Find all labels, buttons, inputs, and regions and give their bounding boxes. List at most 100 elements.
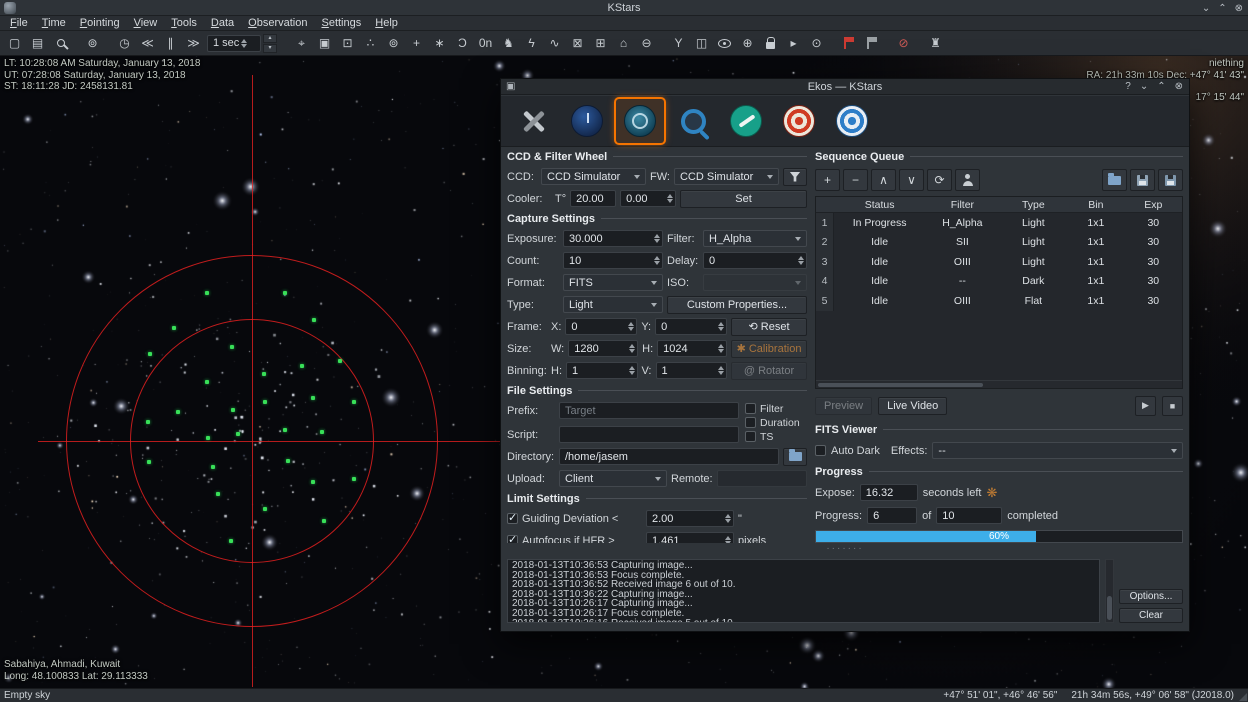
- size-w-spin[interactable]: 1280: [568, 340, 638, 357]
- sequence-row[interactable]: 2 Idle SII Light 1x1 30: [816, 233, 1182, 253]
- slew-icon[interactable]: ▸: [782, 33, 805, 54]
- sky-object-marker[interactable]: [205, 291, 209, 295]
- sky-object-marker[interactable]: [283, 428, 287, 432]
- count-spin[interactable]: 10: [563, 252, 663, 269]
- sky-object-marker[interactable]: [147, 460, 151, 464]
- browse-directory-button[interactable]: [783, 448, 807, 466]
- start-sequence-button[interactable]: ▶: [1135, 396, 1156, 416]
- fw-select[interactable]: CCD Simulator: [674, 168, 779, 185]
- job-up-button[interactable]: ∧: [871, 169, 896, 191]
- directory-input[interactable]: /home/jasem: [559, 448, 779, 465]
- frame-y-spin[interactable]: 0: [655, 318, 727, 335]
- limit-checkbox[interactable]: [507, 535, 518, 543]
- help-button[interactable]: ?: [1125, 81, 1131, 92]
- menu-item[interactable]: Settings: [314, 17, 368, 29]
- track-object-icon[interactable]: ⊙: [805, 33, 828, 54]
- sky-object-marker[interactable]: [338, 359, 342, 363]
- ekos-icon[interactable]: Y: [667, 33, 690, 54]
- tab-focus[interactable]: [669, 99, 717, 143]
- coordinate-grid-icon[interactable]: ⊞: [589, 33, 612, 54]
- lock-telescope-icon[interactable]: [759, 33, 782, 54]
- geolocation-icon[interactable]: ⊚: [81, 33, 104, 54]
- tab-mount[interactable]: [722, 99, 770, 143]
- exposure-spin[interactable]: 30.000: [563, 230, 663, 247]
- constellation-art-icon[interactable]: ♞: [497, 33, 520, 54]
- effects-select[interactable]: --: [932, 442, 1183, 459]
- add-job-button[interactable]: +: [815, 169, 840, 191]
- observatory-icon[interactable]: ⌂: [612, 33, 635, 54]
- asteroids-icon[interactable]: ∗: [428, 33, 451, 54]
- expand-button[interactable]: ⌃: [1157, 81, 1165, 92]
- live-video-button[interactable]: Live Video: [878, 397, 947, 415]
- delay-spin[interactable]: 0: [703, 252, 807, 269]
- sky-object-marker[interactable]: [311, 396, 315, 400]
- fits-viewer-icon[interactable]: ◫: [690, 33, 713, 54]
- abort-icon[interactable]: ⊘: [892, 33, 915, 54]
- sky-object-marker[interactable]: [322, 519, 326, 523]
- planets-icon[interactable]: ⊖: [635, 33, 658, 54]
- limit-value-spin[interactable]: 1.461: [646, 532, 734, 543]
- sky-object-marker[interactable]: [236, 432, 240, 436]
- ekos-close-button[interactable]: ⊗: [1175, 81, 1183, 92]
- clear-button[interactable]: Clear: [1119, 608, 1183, 623]
- reset-frame-button[interactable]: ⟲ Reset: [731, 318, 807, 336]
- save-queue-as-button[interactable]: [1158, 169, 1183, 191]
- ekos-titlebar[interactable]: ▣ Ekos — KStars ? ⌄ ⌃ ⊗: [501, 79, 1189, 95]
- sky-object-marker[interactable]: [320, 430, 324, 434]
- ccd-select[interactable]: CCD Simulator: [541, 168, 646, 185]
- sky-object-marker[interactable]: [312, 318, 316, 322]
- sequence-row[interactable]: 5 Idle OIII Flat 1x1 30: [816, 291, 1182, 311]
- device-manager-icon[interactable]: ♜: [924, 33, 947, 54]
- milky-way-icon[interactable]: ∿: [543, 33, 566, 54]
- sky-object-marker[interactable]: [148, 352, 152, 356]
- sequence-row[interactable]: 3 Idle OIII Light 1x1 30: [816, 252, 1182, 272]
- menu-item[interactable]: Data: [204, 17, 241, 29]
- sky-object-marker[interactable]: [262, 372, 266, 376]
- sequence-row[interactable]: 4 Idle -- Dark 1x1 30: [816, 272, 1182, 292]
- job-down-button[interactable]: ∨: [899, 169, 924, 191]
- maximize-button[interactable]: ⌃: [1218, 3, 1226, 14]
- script-input[interactable]: [559, 426, 739, 443]
- tab-guide[interactable]: [828, 99, 876, 143]
- time-info-box[interactable]: LT: 10:28:08 AM Saturday, January 13, 20…: [4, 58, 200, 93]
- satellites-icon[interactable]: ϟ: [520, 33, 543, 54]
- solar-system-icon[interactable]: ⊡: [336, 33, 359, 54]
- menu-item[interactable]: Tools: [164, 17, 204, 29]
- close-button[interactable]: ⊗: [1235, 3, 1243, 14]
- stop-sequence-button[interactable]: ■: [1162, 396, 1183, 416]
- sky-image-icon[interactable]: ▣: [313, 33, 336, 54]
- list-flags-icon[interactable]: [860, 33, 883, 54]
- ekos-log[interactable]: 2018-01-13T10:36:53 Capturing image...20…: [507, 559, 1100, 623]
- menu-item[interactable]: Time: [35, 17, 73, 29]
- menu-item[interactable]: Observation: [241, 17, 314, 29]
- reset-queue-button[interactable]: ⟳: [927, 169, 952, 191]
- telescope-target-icon[interactable]: ⊕: [736, 33, 759, 54]
- find-object-icon[interactable]: [49, 33, 72, 54]
- resize-grip[interactable]: [1239, 693, 1247, 701]
- splitter-handle[interactable]: [501, 545, 1189, 553]
- time-pause-icon[interactable]: ∥: [159, 33, 182, 54]
- comets-icon[interactable]: Ɔ: [451, 33, 474, 54]
- tab-capture[interactable]: [616, 99, 664, 143]
- sequence-row[interactable]: 1 In Progress H_Alpha Light 1x1 30: [816, 213, 1182, 233]
- temp-target-spin[interactable]: 0.00: [620, 190, 676, 207]
- time-step-back-icon[interactable]: ≪: [136, 33, 159, 54]
- tab-scheduler[interactable]: [563, 99, 611, 143]
- limit-value-spin[interactable]: 2.00: [646, 510, 734, 527]
- log-scrollbar[interactable]: [1105, 559, 1114, 623]
- sky-object-marker[interactable]: [283, 291, 287, 295]
- location-info-box[interactable]: Sabahiya, Ahmadi, Kuwait Long: 48.100833…: [4, 659, 148, 682]
- tab-align[interactable]: [775, 99, 823, 143]
- sky-object-marker[interactable]: [286, 459, 290, 463]
- sky-object-marker[interactable]: [352, 400, 356, 404]
- filter-manager-button[interactable]: [783, 168, 807, 186]
- save-queue-button[interactable]: [1130, 169, 1155, 191]
- prefix-input[interactable]: Target: [559, 402, 739, 419]
- pointing-icon[interactable]: ⌖: [290, 33, 313, 54]
- menu-item[interactable]: File: [3, 17, 35, 29]
- stars-toggle-icon[interactable]: +: [405, 33, 428, 54]
- bin-v-spin[interactable]: 1: [656, 362, 728, 379]
- tab-setup[interactable]: [510, 99, 558, 143]
- time-clock-icon[interactable]: ◷: [113, 33, 136, 54]
- auto-dark-checkbox[interactable]: [815, 445, 826, 456]
